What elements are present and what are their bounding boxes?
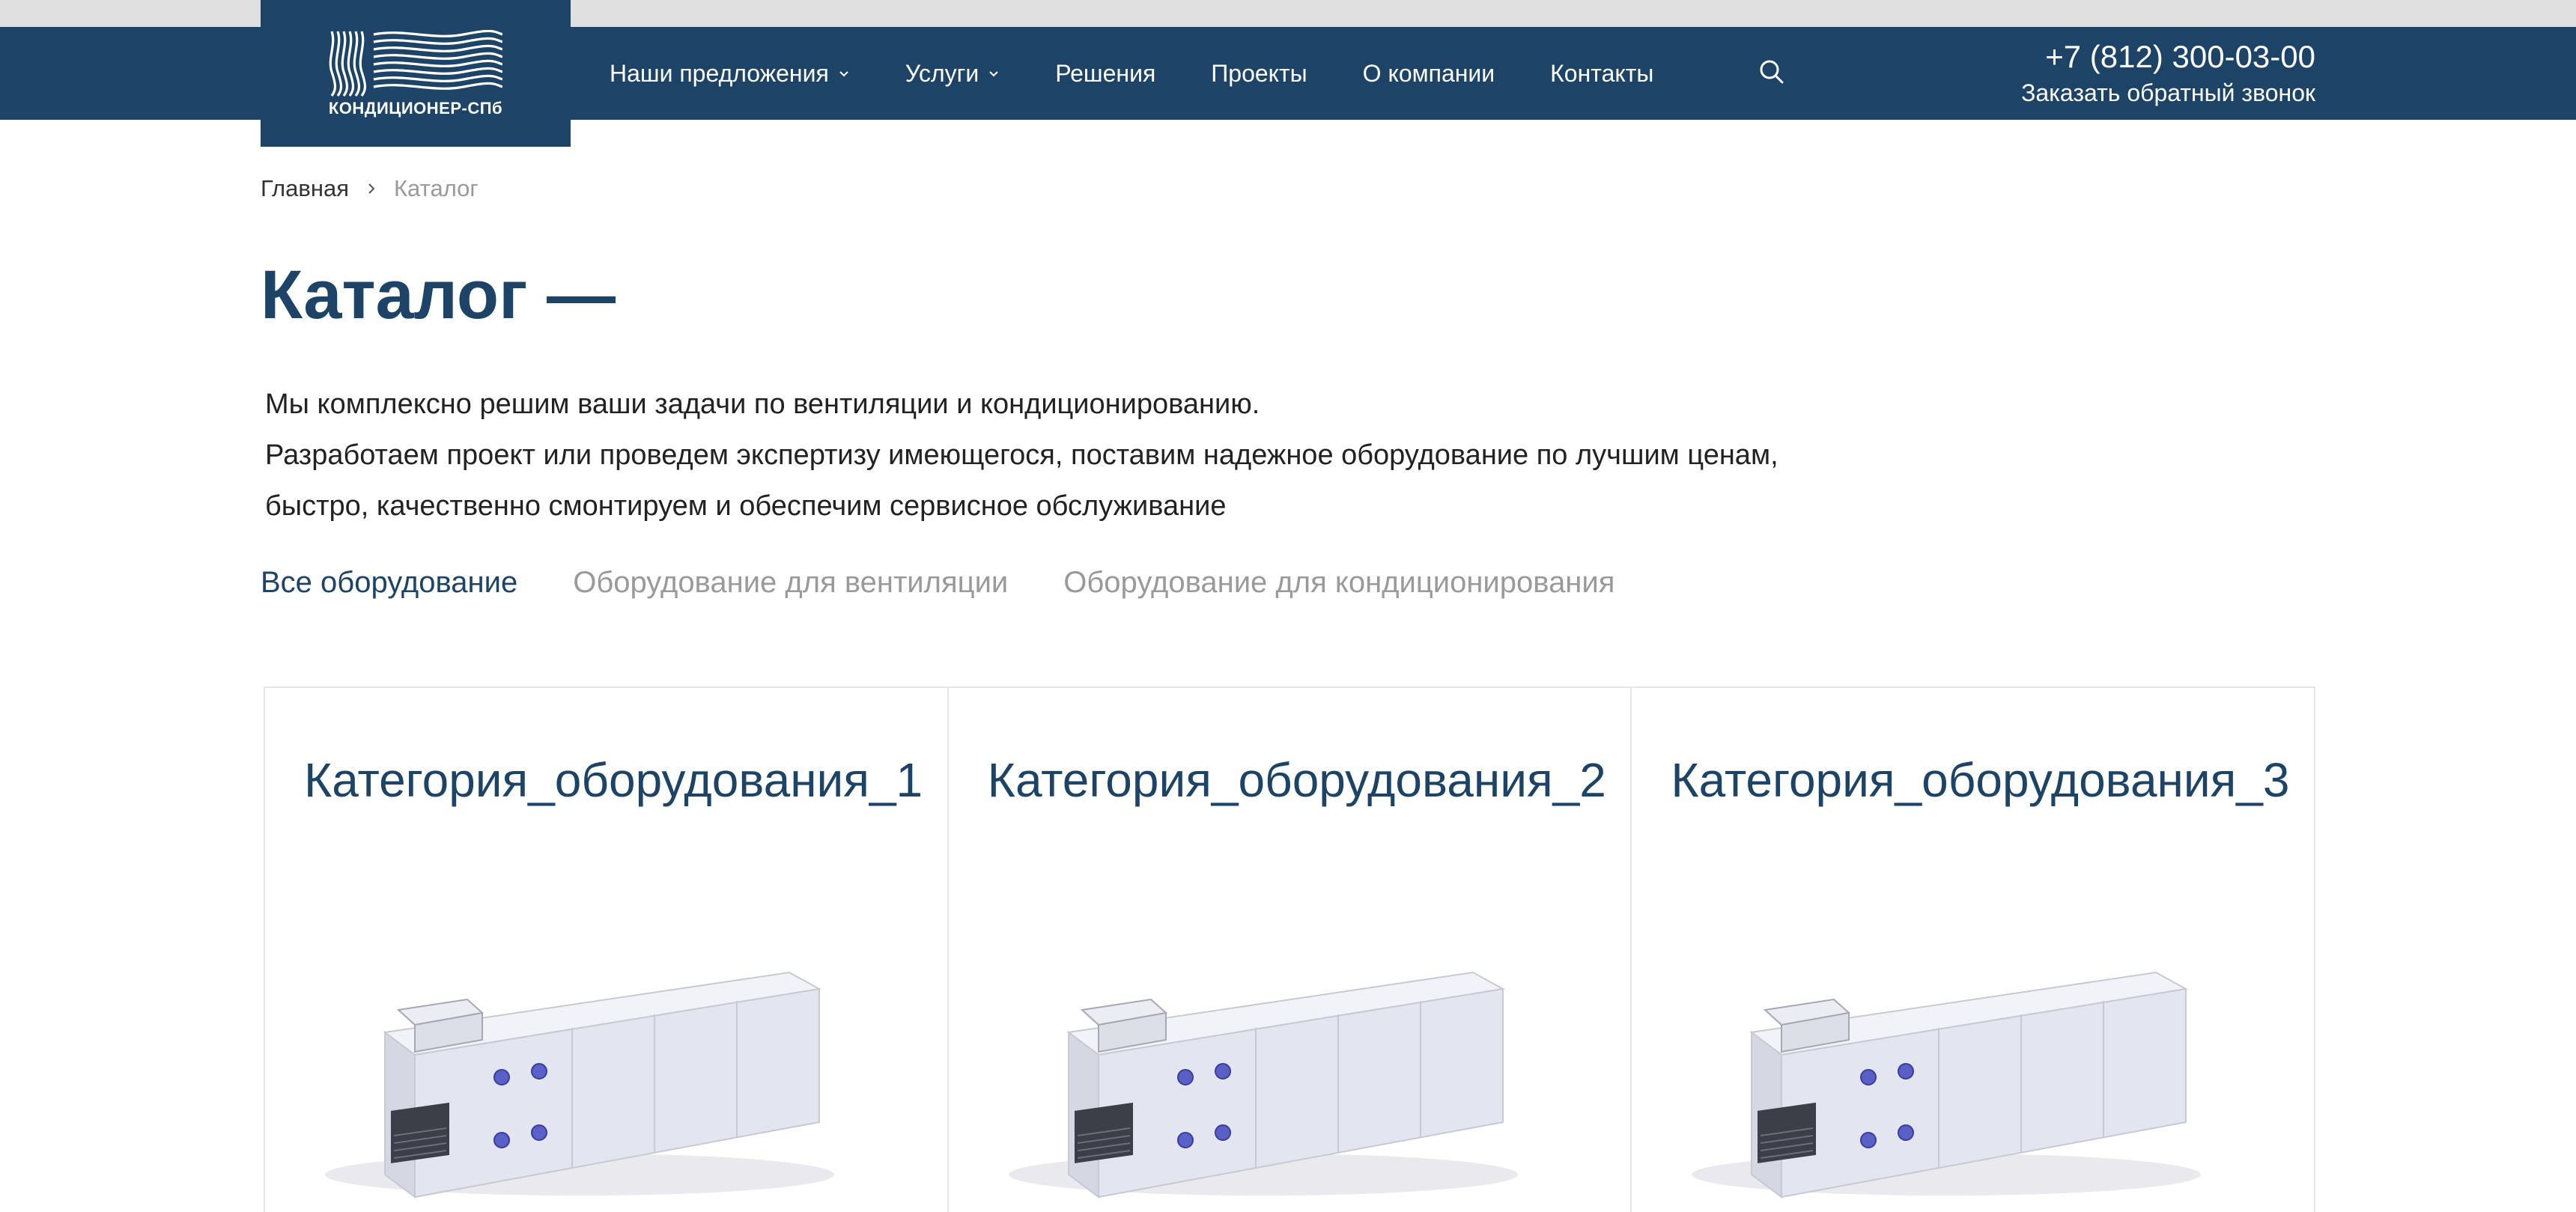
filter-air-conditioning[interactable]: Оборудование для кондиционирования — [1063, 566, 1614, 600]
chevron-down-icon — [839, 71, 848, 77]
search-icon[interactable] — [1757, 57, 1787, 87]
menu-item-projects[interactable]: Проекты — [1211, 60, 1307, 88]
chevron-down-icon — [989, 71, 998, 77]
breadcrumb-current: Каталог — [394, 175, 479, 201]
catalog-card[interactable]: Категория_оборудования_2 — [949, 688, 1632, 1212]
intro-line: Разработаем проект или проведем эксперти… — [265, 439, 1778, 471]
catalog-card[interactable]: Категория_оборудования_3 — [1632, 688, 2314, 1212]
intro-line: быстро, качественно смонтируем и обеспеч… — [265, 490, 1227, 522]
menu-item-label: О компании — [1362, 59, 1495, 87]
air-handling-unit-image — [1692, 971, 2202, 1199]
menu-item-about[interactable]: О компании — [1363, 60, 1495, 88]
logo-waves-icon — [329, 30, 502, 97]
intro-text: Мы комплексно решим ваши задачи по венти… — [265, 379, 1778, 532]
menu-item-label: Услуги — [905, 59, 979, 87]
category-filters: Все оборудование Оборудование для вентил… — [261, 566, 1670, 600]
logo[interactable]: КОНДИЦИОНЕР-СПб — [261, 0, 571, 147]
menu-item-offers[interactable]: Наши предложения — [610, 60, 850, 88]
air-handling-unit-image — [1008, 971, 1518, 1199]
card-title: Категория_оборудования_1 — [304, 753, 923, 807]
phone-number[interactable]: +7 (812) 300-03-00 — [2045, 39, 2315, 75]
menu-item-solutions[interactable]: Решения — [1055, 60, 1155, 88]
card-title: Категория_оборудования_2 — [987, 753, 1606, 807]
filter-ventilation[interactable]: Оборудование для вентиляции — [573, 566, 1008, 600]
callback-link[interactable]: Заказать обратный звонок — [2021, 79, 2315, 107]
page-title: Каталог — — [261, 257, 616, 333]
menu-item-label: Решения — [1055, 59, 1156, 87]
menu-item-services[interactable]: Услуги — [905, 60, 1000, 88]
logo-text: КОНДИЦИОНЕР-СПб — [328, 99, 503, 118]
chevron-right-icon — [368, 183, 375, 194]
breadcrumb: Главная Каталог — [261, 175, 479, 202]
catalog-grid: Категория_оборудования_1 Категория_обору… — [264, 686, 2315, 1212]
breadcrumb-home[interactable]: Главная — [261, 175, 349, 202]
menu-item-label: Контакты — [1550, 59, 1654, 87]
air-handling-unit-image — [325, 971, 834, 1199]
catalog-card[interactable]: Категория_оборудования_1 — [265, 688, 949, 1212]
card-title: Категория_оборудования_3 — [1671, 753, 2290, 807]
intro-line: Мы комплексно решим ваши задачи по венти… — [265, 389, 1260, 420]
menu-item-label: Наши предложения — [610, 59, 829, 87]
menu-item-label: Проекты — [1211, 59, 1307, 87]
menu-item-contacts[interactable]: Контакты — [1550, 60, 1653, 88]
filter-all-equipment[interactable]: Все оборудование — [261, 566, 517, 600]
main-menu: Наши предложения Услуги Решения Проекты … — [610, 27, 1709, 120]
